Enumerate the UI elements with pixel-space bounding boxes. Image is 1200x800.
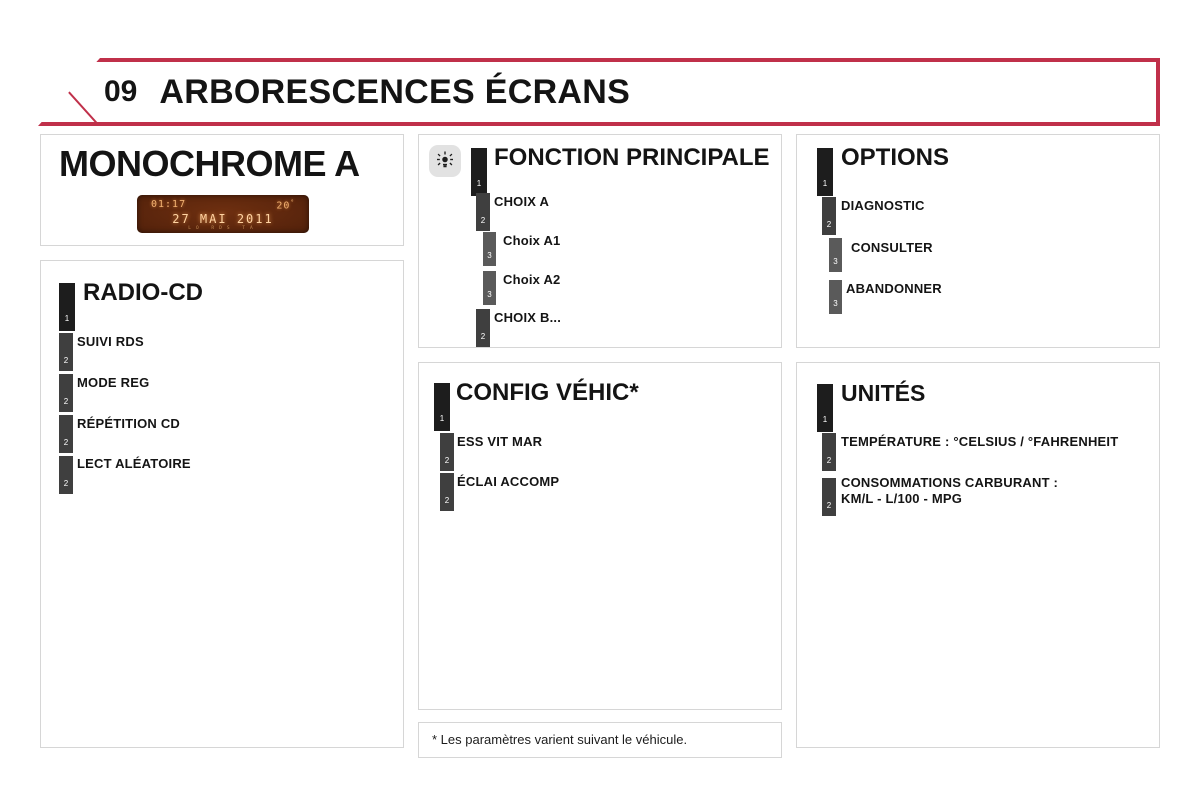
level-marker-2: 2 — [822, 433, 836, 471]
tree-node-label: SUIVI RDS — [77, 334, 144, 349]
footnote-text: * Les paramètres varient suivant le véhi… — [432, 732, 688, 747]
tree-node-label: Choix A1 — [503, 233, 561, 248]
level-marker-3: 3 — [483, 271, 496, 305]
level-marker-1: 1 — [817, 148, 833, 196]
tree-node-label: RADIO-CD — [83, 279, 203, 306]
lcd-date: 27 MAI 2011 — [172, 212, 274, 226]
brightness-sun-icon — [429, 145, 461, 177]
level-marker-1: 1 — [434, 383, 450, 431]
tree-node-label: DIAGNOSTIC — [841, 198, 925, 213]
panel-monochrome-a: MONOCHROME A 01:17 20° 27 MAI 2011 LO RD… — [40, 134, 404, 246]
tree-node-label: CONSULTER — [851, 240, 933, 255]
level-marker-2: 2 — [476, 309, 490, 347]
level-marker-3: 3 — [483, 232, 496, 266]
tree-node-label: FONCTION PRINCIPALE — [494, 144, 770, 171]
chapter-header: 09 ARBORESCENCES ÉCRANS — [38, 58, 1160, 126]
level-marker-2: 2 — [476, 193, 490, 231]
level-marker-2: 2 — [59, 333, 73, 371]
page-root: 09 ARBORESCENCES ÉCRANS MONOCHROME A 01:… — [0, 0, 1200, 800]
panel-fonction-principale: 1 FONCTION PRINCIPALE 2 CHOIX A 3 Choix … — [418, 134, 782, 348]
tree-node-label: ESS VIT MAR — [457, 434, 543, 449]
panel-unites: 1 UNITÉS 2 TEMPÉRATURE : °CELSIUS / °FAH… — [796, 362, 1160, 748]
tree-node-label: CHOIX A — [494, 194, 550, 209]
tree-node-label: CHOIX B... — [494, 310, 562, 325]
monochrome-title: MONOCHROME A — [59, 143, 360, 184]
panel-options: 1 OPTIONS 2 DIAGNOSTIC 3 CONSULTER 3 ABA… — [796, 134, 1160, 348]
level-marker-1: 1 — [817, 384, 833, 432]
level-marker-2: 2 — [822, 478, 836, 516]
tree-node-label: LECT ALÉATOIRE — [77, 456, 191, 471]
level-marker-2: 2 — [59, 374, 73, 412]
lcd-status-indicators: LO RDS TA — [188, 226, 258, 231]
tree-node-label: TEMPÉRATURE : °CELSIUS / °FAHRENHEIT — [841, 434, 1119, 449]
panel-footnote: * Les paramètres varient suivant le véhi… — [418, 722, 782, 758]
tree-node-label: ÉCLAI ACCOMP — [457, 474, 560, 489]
tree-node-label: UNITÉS — [841, 380, 926, 406]
chapter-number: 09 — [104, 75, 138, 108]
tree-node-label: ABANDONNER — [846, 281, 942, 296]
lcd-time: 01:17 — [151, 199, 187, 210]
tree-node-label: Choix A2 — [503, 272, 561, 287]
level-marker-3: 3 — [829, 280, 842, 314]
level-marker-1: 1 — [471, 148, 487, 196]
lcd-temperature: 20° — [276, 199, 295, 212]
chapter-header-titlebar: 09 ARBORESCENCES ÉCRANS — [38, 60, 1158, 124]
page-title: ARBORESCENCES ÉCRANS — [159, 72, 631, 111]
tree-node-label: OPTIONS — [841, 144, 950, 171]
level-marker-3: 3 — [829, 238, 842, 272]
tree-node-label: CONSOMMATIONS CARBURANT : KM/L - L/100 -… — [841, 475, 1059, 506]
level-marker-2: 2 — [440, 433, 454, 471]
level-marker-2: 2 — [59, 456, 73, 494]
tree-node-label: RÉPÉTITION CD — [77, 416, 180, 431]
lcd-display-preview: 01:17 20° 27 MAI 2011 LO RDS TA — [137, 195, 309, 233]
level-marker-2: 2 — [440, 473, 454, 511]
level-marker-1: 1 — [59, 283, 75, 331]
tree-node-label: MODE REG — [77, 375, 150, 390]
level-marker-2: 2 — [59, 415, 73, 453]
tree-node-label: CONFIG VÉHIC* — [456, 379, 639, 406]
panel-radio-cd: 1 RADIO-CD 2 SUIVI RDS 2 MODE REG 2 RÉPÉ… — [40, 260, 404, 748]
panel-config-vehic: 1 CONFIG VÉHIC* 2 ESS VIT MAR 2 ÉCLAI AC… — [418, 362, 782, 710]
level-marker-2: 2 — [822, 197, 836, 235]
